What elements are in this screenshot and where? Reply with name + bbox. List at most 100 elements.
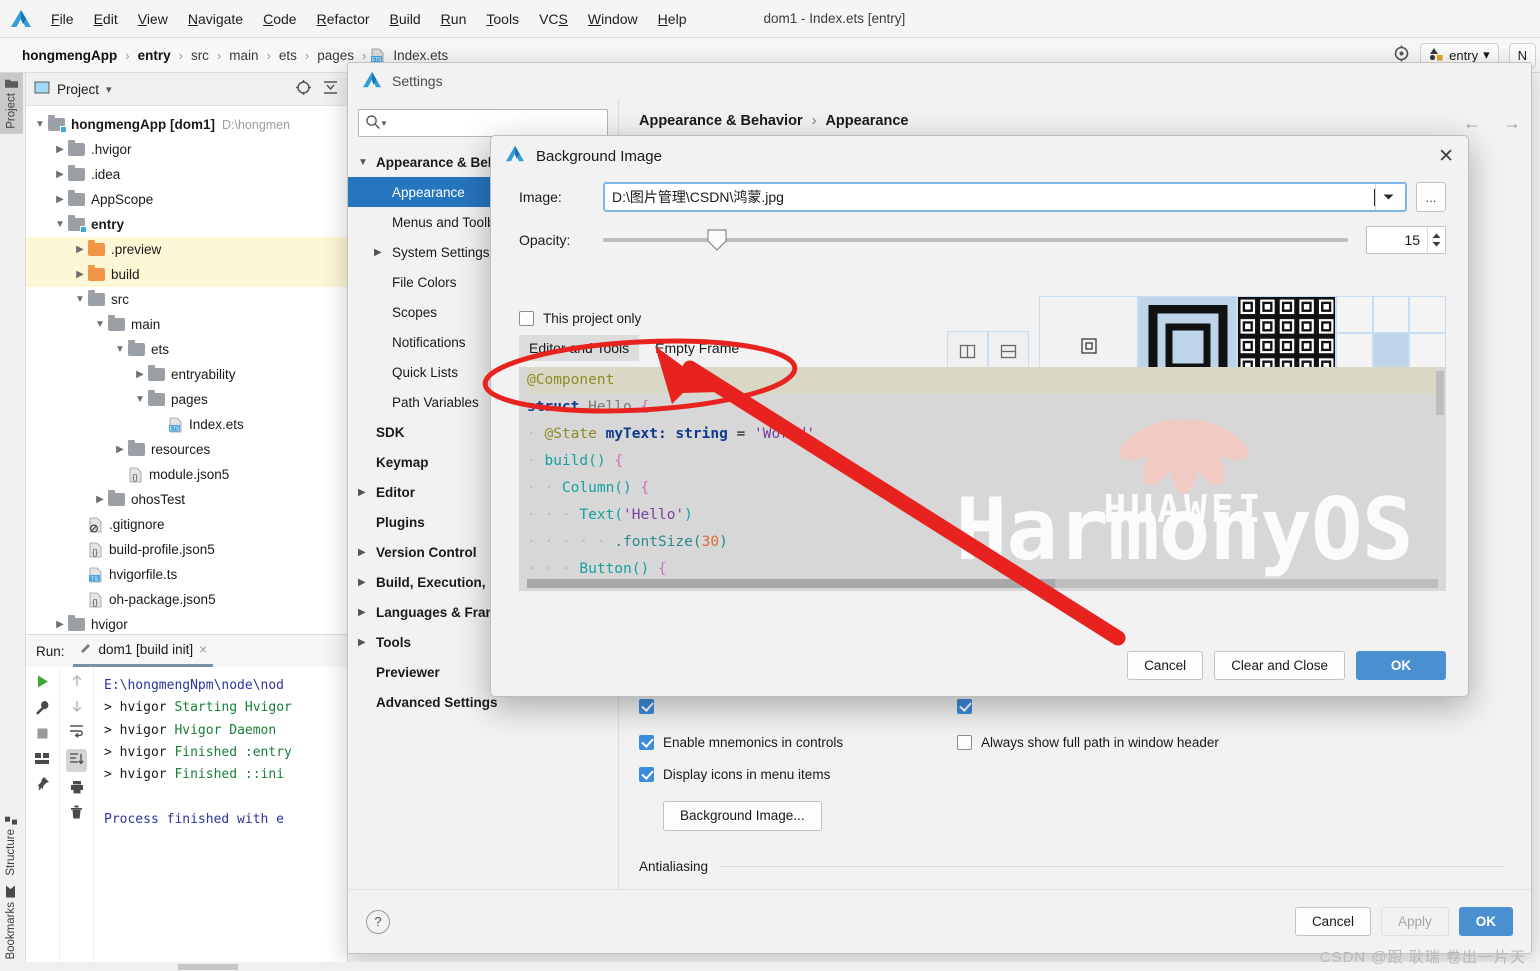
split-vertical-icon[interactable] — [947, 330, 988, 372]
preview-horizontal-scrollbar[interactable] — [527, 579, 1438, 588]
partial-checkbox-left[interactable] — [639, 699, 654, 714]
breadcrumb-item-5[interactable]: pages — [313, 48, 358, 63]
settings-breadcrumb-parent[interactable]: Appearance & Behavior — [639, 113, 803, 129]
settings-ok-button[interactable]: OK — [1458, 906, 1513, 937]
opacity-slider[interactable] — [603, 229, 1348, 251]
tree-node[interactable]: ▶ resources — [26, 437, 347, 462]
settings-search-field[interactable]: ▼ — [358, 109, 608, 137]
tree-expand-arrow[interactable]: ▼ — [72, 294, 88, 305]
tree-expand-arrow[interactable]: ▶ — [52, 169, 68, 180]
tree-expand-arrow[interactable]: ▶ — [72, 244, 88, 255]
breadcrumb-item-1[interactable]: entry — [134, 48, 175, 63]
tree-expand-arrow[interactable]: ▶ — [92, 494, 108, 505]
bg-clear-and-close-button[interactable]: Clear and Close — [1214, 650, 1345, 680]
menu-build[interactable]: Build — [381, 7, 430, 31]
checkbox-always-show-full-path[interactable]: Always show full path in window header — [957, 735, 1219, 750]
tree-expand-arrow[interactable]: ▶ — [112, 444, 128, 455]
checkbox-box[interactable] — [519, 311, 534, 326]
nav-expand-arrow[interactable]: ▶ — [358, 637, 376, 648]
wrench-icon[interactable] — [35, 700, 50, 718]
trash-icon[interactable] — [70, 805, 83, 822]
run-tab[interactable]: dom1 [build init] × — [72, 635, 213, 667]
tree-expand-arrow[interactable]: ▼ — [32, 119, 48, 130]
pin-icon[interactable] — [35, 776, 50, 794]
split-horizontal-icon[interactable] — [988, 330, 1029, 372]
chevron-down-icon[interactable]: ▾ — [106, 83, 112, 96]
breadcrumb-item-0[interactable]: hongmengApp — [18, 48, 121, 63]
run-icon[interactable] — [35, 674, 50, 692]
tree-node[interactable]: ▶ entryability — [26, 362, 347, 387]
tree-expand-arrow[interactable]: ▶ — [52, 144, 68, 155]
tree-expand-arrow[interactable]: ▶ — [132, 369, 148, 380]
tree-node[interactable]: ▶ .hvigor — [26, 137, 347, 162]
tree-node[interactable]: ▶ .preview — [26, 237, 347, 262]
checkbox-display-icons[interactable]: Display icons in menu items — [639, 767, 830, 782]
checkbox-box[interactable] — [957, 699, 972, 714]
sidebar-item-bookmarks[interactable]: Bookmarks — [0, 880, 22, 965]
down-arrow-icon[interactable] — [70, 699, 84, 716]
tree-node[interactable]: {} oh-package.json5 — [26, 587, 347, 612]
up-arrow-icon[interactable] — [70, 674, 84, 691]
tree-node[interactable]: ▼ main — [26, 312, 347, 337]
position-cell-tc[interactable] — [1372, 296, 1410, 333]
menu-edit[interactable]: Edit — [85, 7, 127, 31]
print-icon[interactable] — [70, 780, 84, 797]
search-dropdown-icon[interactable]: ▼ — [380, 119, 388, 128]
help-button[interactable]: ? — [366, 909, 390, 934]
menu-file[interactable]: File — [42, 7, 83, 31]
menu-view[interactable]: View — [129, 7, 177, 31]
tree-node[interactable]: .gitignore — [26, 512, 347, 537]
nav-expand-arrow[interactable]: ▶ — [358, 547, 376, 558]
menu-run[interactable]: Run — [432, 7, 476, 31]
tree-node[interactable]: ▼ hongmengApp [dom1] D:\hongmen — [26, 112, 347, 137]
breadcrumb-item-3[interactable]: main — [225, 48, 262, 63]
tree-node[interactable]: ▼ pages — [26, 387, 347, 412]
scroll-to-end-icon[interactable] — [66, 749, 87, 772]
layout-icon[interactable] — [35, 752, 50, 768]
background-image-button[interactable]: Background Image... — [663, 801, 822, 831]
checkbox-enable-mnemonics[interactable]: Enable mnemonics in controls — [639, 735, 843, 750]
tab-editor-and-tools[interactable]: Editor and Tools — [519, 335, 640, 361]
tree-node[interactable]: ▶ ohosTest — [26, 487, 347, 512]
nav-expand-arrow[interactable]: ▼ — [358, 157, 376, 168]
nav-expand-arrow[interactable]: ▶ — [358, 607, 376, 618]
stop-icon[interactable] — [35, 726, 50, 744]
checkbox-box[interactable] — [639, 735, 654, 750]
settings-search-input[interactable] — [391, 114, 601, 132]
tree-expand-arrow[interactable]: ▼ — [52, 219, 68, 230]
bg-cancel-button[interactable]: Cancel — [1127, 650, 1204, 680]
nav-expand-arrow[interactable]: ▶ — [374, 247, 392, 258]
soft-wrap-icon[interactable] — [69, 724, 84, 741]
tree-node[interactable]: ▶ AppScope — [26, 187, 347, 212]
tree-expand-arrow[interactable]: ▶ — [52, 194, 68, 205]
sidebar-item-project[interactable]: Project — [0, 73, 23, 134]
tree-node[interactable]: {} build-profile.json5 — [26, 537, 347, 562]
preview-vertical-scrollbar[interactable] — [1436, 371, 1444, 415]
menu-navigate[interactable]: Navigate — [179, 7, 252, 31]
position-cell-center[interactable] — [1372, 332, 1410, 370]
tree-node[interactable]: ETS Index.ets — [26, 412, 347, 437]
opacity-slider-thumb[interactable] — [707, 229, 727, 251]
tree-expand-arrow[interactable]: ▶ — [52, 619, 68, 630]
menu-window[interactable]: Window — [579, 7, 647, 31]
browse-button[interactable]: ... — [1416, 182, 1446, 212]
menu-code[interactable]: Code — [254, 7, 305, 31]
menu-refactor[interactable]: Refactor — [308, 7, 379, 31]
opacity-spinner[interactable]: 15 — [1366, 226, 1446, 254]
tab-empty-frame[interactable]: Empty Frame — [645, 335, 749, 361]
checkbox-box[interactable] — [957, 735, 972, 750]
window-horizontal-scrollbar[interactable] — [0, 962, 1540, 971]
menu-vcs[interactable]: VCS — [530, 7, 577, 31]
checkbox-this-project-only[interactable]: This project only — [519, 311, 641, 326]
tree-node[interactable]: ▼ ets — [26, 337, 347, 362]
tree-node[interactable]: {} module.json5 — [26, 462, 347, 487]
tree-node[interactable]: ▼ src — [26, 287, 347, 312]
tree-node[interactable]: TS hvigorfile.ts — [26, 562, 347, 587]
locate-icon[interactable] — [295, 79, 312, 99]
checkbox-box[interactable] — [639, 767, 654, 782]
partial-checkbox-right[interactable] — [957, 699, 972, 714]
position-cell-tr[interactable] — [1409, 296, 1446, 333]
chevron-down-icon[interactable] — [1375, 184, 1401, 210]
settings-cancel-button[interactable]: Cancel — [1294, 906, 1371, 937]
tree-expand-arrow[interactable]: ▼ — [132, 394, 148, 405]
